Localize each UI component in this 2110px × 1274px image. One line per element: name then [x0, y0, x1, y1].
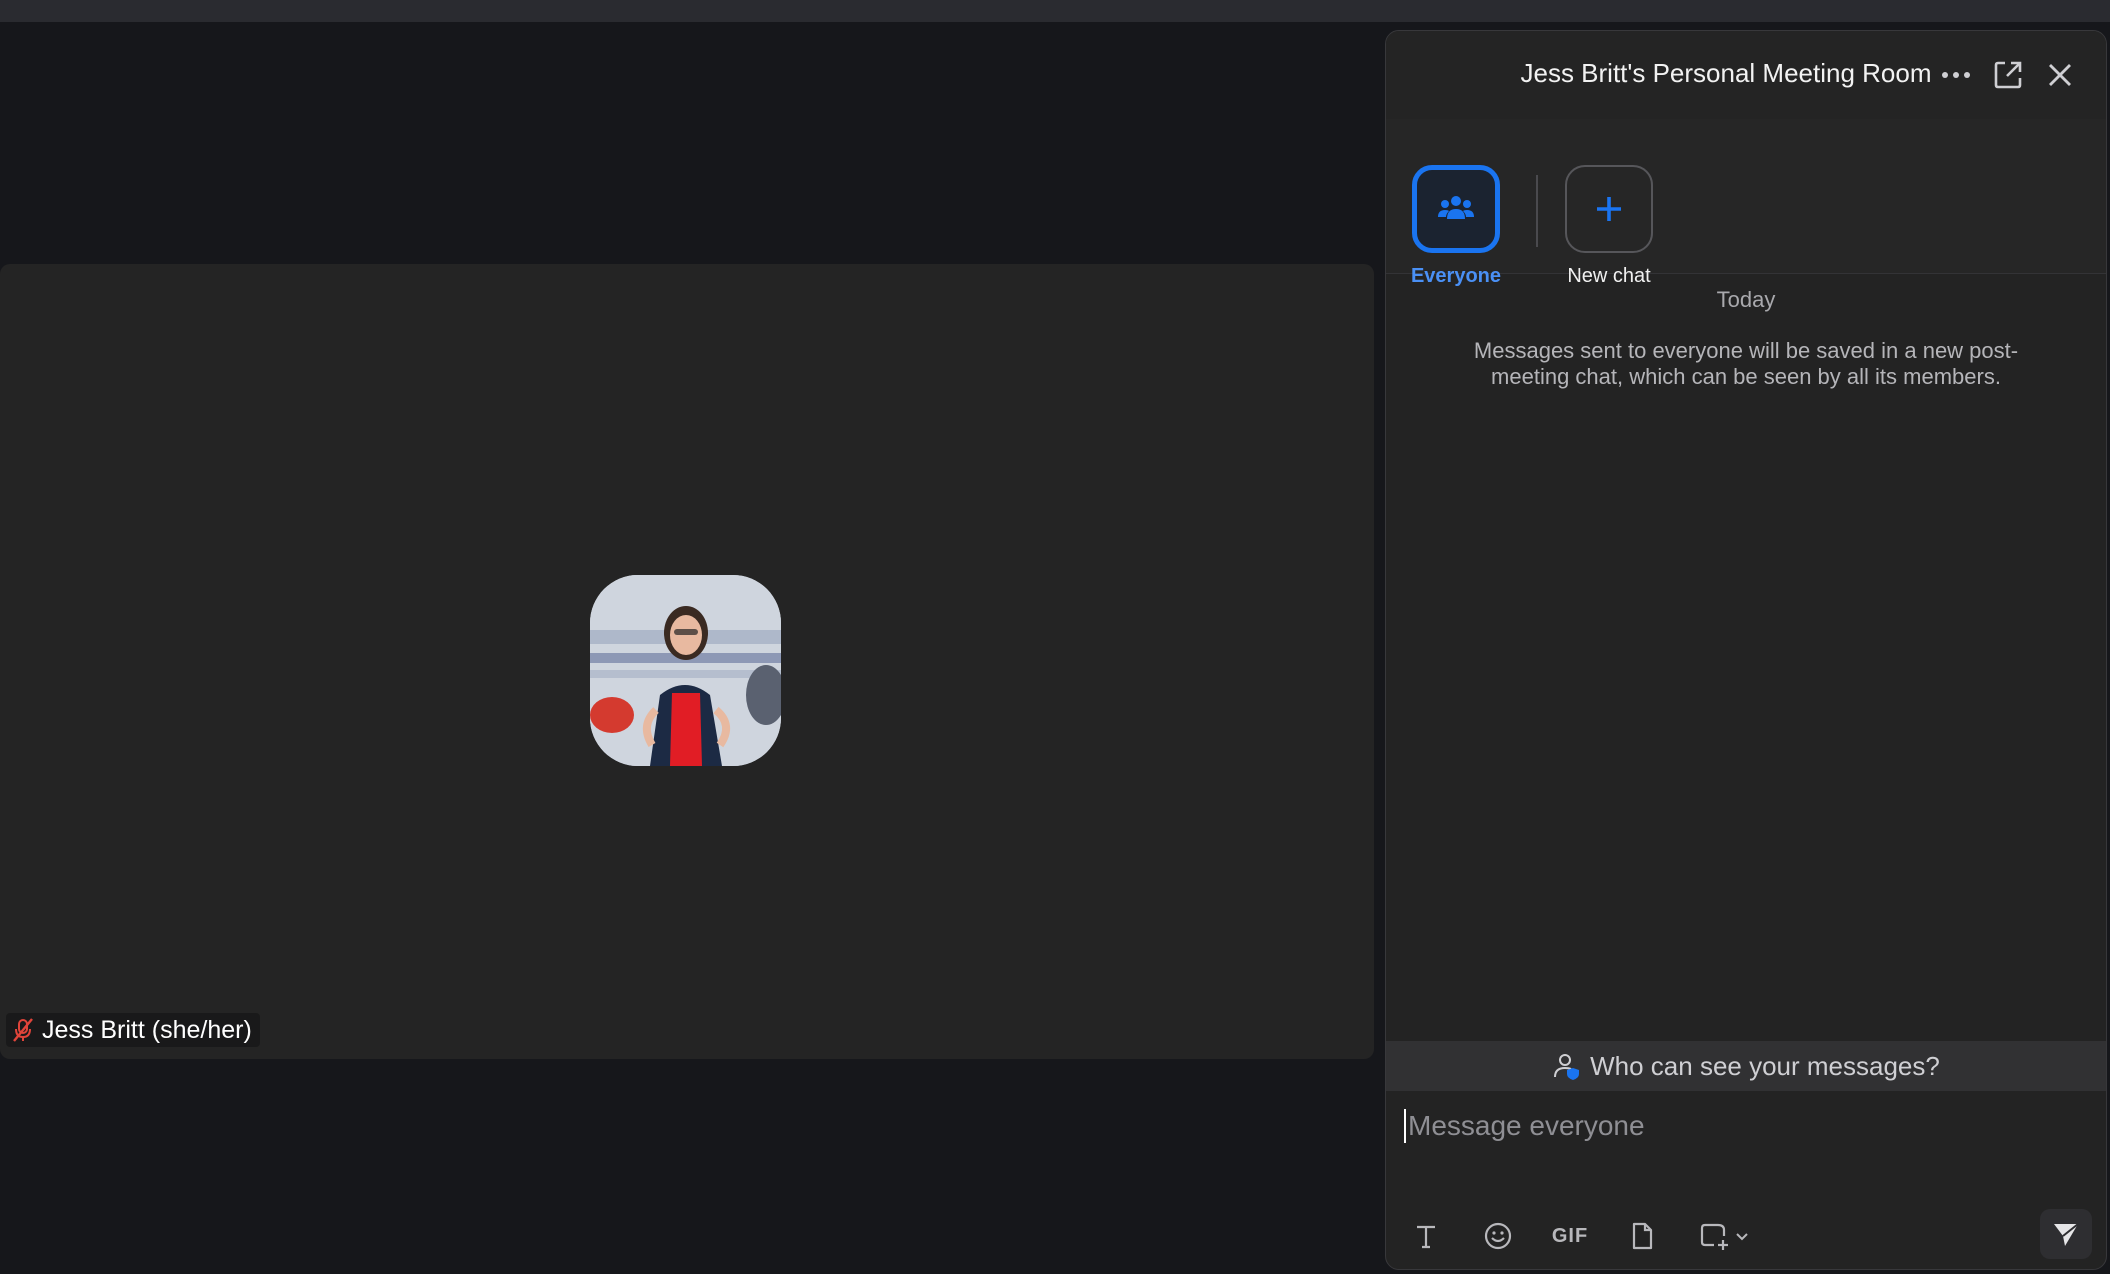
plus-icon — [1597, 197, 1621, 221]
text-caret — [1404, 1109, 1406, 1143]
privacy-user-icon — [1554, 1054, 1580, 1080]
avatar-photo-icon — [590, 575, 781, 766]
chat-info-message: Messages sent to everyone will be saved … — [1473, 338, 2019, 389]
window-top-bar — [0, 0, 2110, 22]
who-can-see-link[interactable]: Who can see your messages? — [1386, 1041, 2106, 1091]
pop-out-button[interactable] — [1988, 55, 2028, 95]
more-options-button[interactable] — [1936, 55, 1976, 95]
file-icon — [1632, 1222, 1653, 1250]
close-icon — [2049, 64, 2071, 86]
participant-name-tag: Jess Britt (she/her) — [6, 1013, 260, 1047]
everyone-label: Everyone — [1410, 265, 1502, 287]
chat-header: Jess Britt's Personal Meeting Room — [1386, 31, 2106, 119]
attach-file-button[interactable] — [1620, 1214, 1664, 1258]
format-text-button[interactable] — [1404, 1214, 1448, 1258]
gif-button[interactable]: GIF — [1548, 1214, 1592, 1258]
who-can-see-text[interactable]: Who can see your messages? — [1590, 1051, 1940, 1082]
video-tile[interactable]: Jess Britt (she/her) — [0, 264, 1374, 1059]
group-icon — [1438, 196, 1474, 219]
new-chat-button[interactable] — [1565, 165, 1653, 253]
participant-avatar — [590, 575, 781, 766]
recipient-everyone[interactable]: Everyone — [1396, 165, 1516, 288]
pop-out-icon — [1994, 61, 2022, 89]
screenshot-button[interactable] — [1692, 1214, 1756, 1258]
chat-title: Jess Britt's Personal Meeting Room — [1520, 58, 1932, 88]
close-button[interactable] — [2040, 55, 2080, 95]
mic-muted-icon — [13, 1018, 33, 1042]
emoji-button[interactable] — [1476, 1214, 1520, 1258]
participant-name: Jess Britt (she/her) — [42, 1015, 252, 1044]
emoji-icon — [1484, 1222, 1512, 1250]
message-input-placeholder: Message everyone — [1408, 1110, 1645, 1141]
composer-toolbar: GIF — [1404, 1211, 1756, 1261]
video-area: Jess Britt (she/her) — [0, 22, 1385, 1274]
chat-panel: Jess Britt's Personal Meeting Room Every… — [1385, 30, 2107, 1270]
send-icon — [2054, 1223, 2079, 1246]
recipient-new-chat[interactable]: New chat — [1549, 165, 1669, 288]
gif-label: GIF — [1551, 1224, 1589, 1247]
text-format-icon — [1417, 1225, 1435, 1249]
send-button[interactable] — [2040, 1209, 2092, 1259]
everyone-button[interactable] — [1412, 165, 1500, 253]
screenshot-icon — [1700, 1223, 1728, 1250]
new-chat-label: New chat — [1567, 265, 1651, 287]
recipient-selector: Everyone New chat — [1386, 119, 2106, 287]
day-separator: Today — [1716, 287, 1776, 312]
message-input[interactable]: Message everyone — [1404, 1101, 2084, 1151]
recipient-divider — [1536, 175, 1538, 247]
chevron-down-icon[interactable] — [1734, 1228, 1750, 1244]
ellipsis-icon — [1942, 72, 1970, 78]
